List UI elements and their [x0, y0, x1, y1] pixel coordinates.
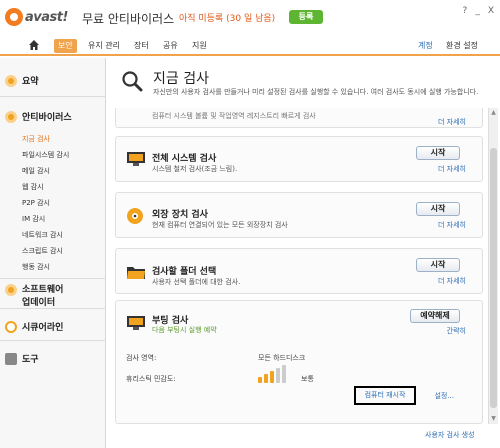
boot-scan-less-link[interactable]: 간략히 [447, 326, 466, 336]
avast-logo: avast! [5, 8, 68, 26]
boot-scan-settings-link[interactable]: 설정... [434, 391, 454, 401]
quick-scan-card: 컴퓨터 시스템 볼륨 및 작업영역 레지스트리 빠르게 검사 더 자세히 [115, 108, 483, 128]
trial-status: 아직 미등록 (30 일 남음) [179, 14, 276, 24]
close-button[interactable]: X [488, 6, 494, 16]
sensitivity-bar [270, 371, 274, 383]
create-custom-scan-link[interactable]: 사용자 검사 생성 [425, 430, 475, 440]
home-icon[interactable] [28, 39, 40, 51]
sidebar-item-label: 소프트웨어 [22, 285, 64, 295]
sidebar: 요약 안티바이러스 지금 검사 파일시스템 감시 메일 감시 웹 감시 P2P … [0, 58, 106, 448]
sensitivity-bar [264, 374, 268, 383]
sidebar-item-label: 요약 [22, 77, 39, 87]
removable-scan-start-button[interactable]: 시작 [416, 202, 460, 216]
wifi-icon [5, 320, 17, 333]
sensitivity-bar [282, 365, 286, 383]
app-title: 무료 안티바이러스 [82, 12, 175, 26]
nav-share[interactable]: 공유 [163, 39, 178, 53]
sidebar-item-summary[interactable]: 요약 [0, 74, 106, 87]
sidebar-item-label: 도구 [22, 355, 39, 365]
restart-computer-link[interactable]: 컴퓨터 재시작 [354, 386, 416, 405]
sidebar-sub-p2p-shield[interactable]: P2P 감시 [22, 198, 50, 208]
sidebar-item-antivirus[interactable]: 안티바이러스 [0, 110, 106, 123]
tools-icon [5, 352, 17, 365]
sidebar-sub-scan-now[interactable]: 지금 검사 [22, 134, 50, 144]
logo-text: avast! [25, 9, 68, 25]
title-bar: avast! 무료 안티바이러스 아직 미등록 (30 일 남음) 등록 ? _… [0, 0, 500, 34]
removable-scan-more-link[interactable]: 더 자세히 [438, 220, 466, 230]
folder-icon [127, 267, 145, 279]
sidebar-sub-mail-shield[interactable]: 메일 감시 [22, 166, 50, 176]
divider [0, 96, 106, 97]
boot-scan-unschedule-button[interactable]: 예약해제 [410, 309, 460, 323]
divider [0, 340, 106, 341]
scroll-thumb[interactable] [490, 148, 497, 408]
removable-scan-card: 외장 장치 검사 현재 컴퓨터 연결되어 있는 모든 외장장치 검사 시작 더 … [115, 192, 483, 238]
page-title: 지금 검사 [153, 71, 209, 87]
folder-scan-desc: 사용자 선택 폴더에 대한 검사. [152, 278, 241, 286]
page-description: 자신만의 사용자 검사를 만들거나 미리 설정된 검사를 실행할 수 있습니다.… [153, 88, 479, 96]
nav-store[interactable]: 장터 [134, 39, 149, 53]
full-scan-title: 전체 시스템 검사 [152, 154, 217, 164]
folder-scan-more-link[interactable]: 더 자세히 [438, 276, 466, 286]
boot-scan-status: 다음 부팅시 실행 예약 [152, 326, 217, 334]
nav-settings[interactable]: 환경 설정 [446, 39, 478, 53]
sensitivity-label: 휴리스틱 민감도: [126, 375, 176, 383]
scan-list[interactable]: 컴퓨터 시스템 볼륨 및 작업영역 레지스트리 빠르게 검사 더 자세히 전체 … [111, 108, 487, 424]
sidebar-item-software-updater[interactable]: 소프트웨어 업데이터 [0, 282, 106, 308]
divider [0, 278, 106, 279]
monitor-icon [127, 316, 145, 330]
quick-scan-desc: 컴퓨터 시스템 볼륨 및 작업영역 레지스트리 빠르게 검사 [152, 112, 316, 120]
nav-security[interactable]: 보안 [54, 39, 77, 53]
scan-area-value: 모든 하드디스크 [258, 354, 306, 362]
help-button[interactable]: ? [463, 6, 468, 16]
main-nav: 보안 유지 관리 장터 공유 지원 계정 환경 설정 [0, 36, 500, 56]
sidebar-sub-behavior-shield[interactable]: 행동 감시 [22, 262, 50, 272]
sidebar-sub-web-shield[interactable]: 웹 감시 [22, 182, 44, 192]
nav-support[interactable]: 지원 [192, 39, 207, 53]
sensitivity-bars[interactable] [258, 365, 286, 383]
quick-scan-more-link[interactable]: 더 자세히 [438, 117, 466, 127]
sidebar-sub-network-shield[interactable]: 네트워크 감시 [22, 230, 63, 240]
window-controls: ? _ X [463, 6, 494, 16]
nav-account[interactable]: 계정 [418, 39, 433, 53]
folder-scan-start-button[interactable]: 시작 [416, 258, 460, 272]
sidebar-item-tools[interactable]: 도구 [0, 352, 106, 365]
sidebar-item-secureline[interactable]: 시큐어라인 [0, 320, 106, 333]
sidebar-item-label: 시큐어라인 [22, 323, 64, 333]
search-icon [122, 71, 143, 92]
summary-icon [5, 74, 17, 87]
minimize-button[interactable]: _ [475, 6, 480, 16]
folder-scan-title: 검사할 폴더 선택 [152, 267, 217, 277]
scrollbar[interactable]: ▲ ▼ [488, 108, 498, 424]
disc-icon [127, 208, 143, 224]
full-scan-card: 전체 시스템 검사 시스템 철저 검사(조금 느림). 시작 더 자세히 [115, 136, 483, 182]
full-scan-desc: 시스템 철저 검사(조금 느림). [152, 165, 238, 173]
avast-ball-icon [5, 8, 23, 26]
updater-icon [5, 284, 17, 296]
divider [0, 308, 106, 309]
main-panel: 지금 검사 자신만의 사용자 검사를 만들거나 미리 설정된 검사를 실행할 수… [107, 58, 500, 448]
scan-area-label: 검사 영역: [126, 354, 157, 362]
antivirus-icon [5, 110, 17, 123]
full-scan-more-link[interactable]: 더 자세히 [438, 164, 466, 174]
boot-scan-card: 부팅 검사 다음 부팅시 실행 예약 예약해제 간략히 검사 영역: 모든 하드… [115, 300, 483, 424]
nav-maintenance[interactable]: 유지 관리 [88, 39, 120, 53]
sidebar-sub-im-shield[interactable]: IM 감시 [22, 214, 45, 224]
sidebar-item-label: 업데이터 [22, 298, 56, 308]
sensitivity-value: 보통 [301, 375, 314, 383]
sensitivity-bar [258, 377, 262, 383]
removable-scan-title: 외장 장치 검사 [152, 210, 208, 220]
removable-scan-desc: 현재 컴퓨터 연결되어 있는 모든 외장장치 검사 [152, 221, 288, 229]
scroll-up-arrow[interactable]: ▲ [490, 109, 497, 117]
sidebar-sub-script-shield[interactable]: 스크립트 감시 [22, 246, 63, 256]
scroll-down-arrow[interactable]: ▼ [490, 415, 497, 423]
register-button[interactable]: 등록 [289, 10, 323, 24]
monitor-icon [127, 152, 145, 166]
folder-scan-card: 검사할 폴더 선택 사용자 선택 폴더에 대한 검사. 시작 더 자세히 [115, 248, 483, 294]
sensitivity-bar [276, 368, 280, 383]
sidebar-item-label: 안티바이러스 [22, 113, 72, 123]
full-scan-start-button[interactable]: 시작 [416, 146, 460, 160]
sidebar-sub-file-shield[interactable]: 파일시스템 감시 [22, 150, 69, 160]
